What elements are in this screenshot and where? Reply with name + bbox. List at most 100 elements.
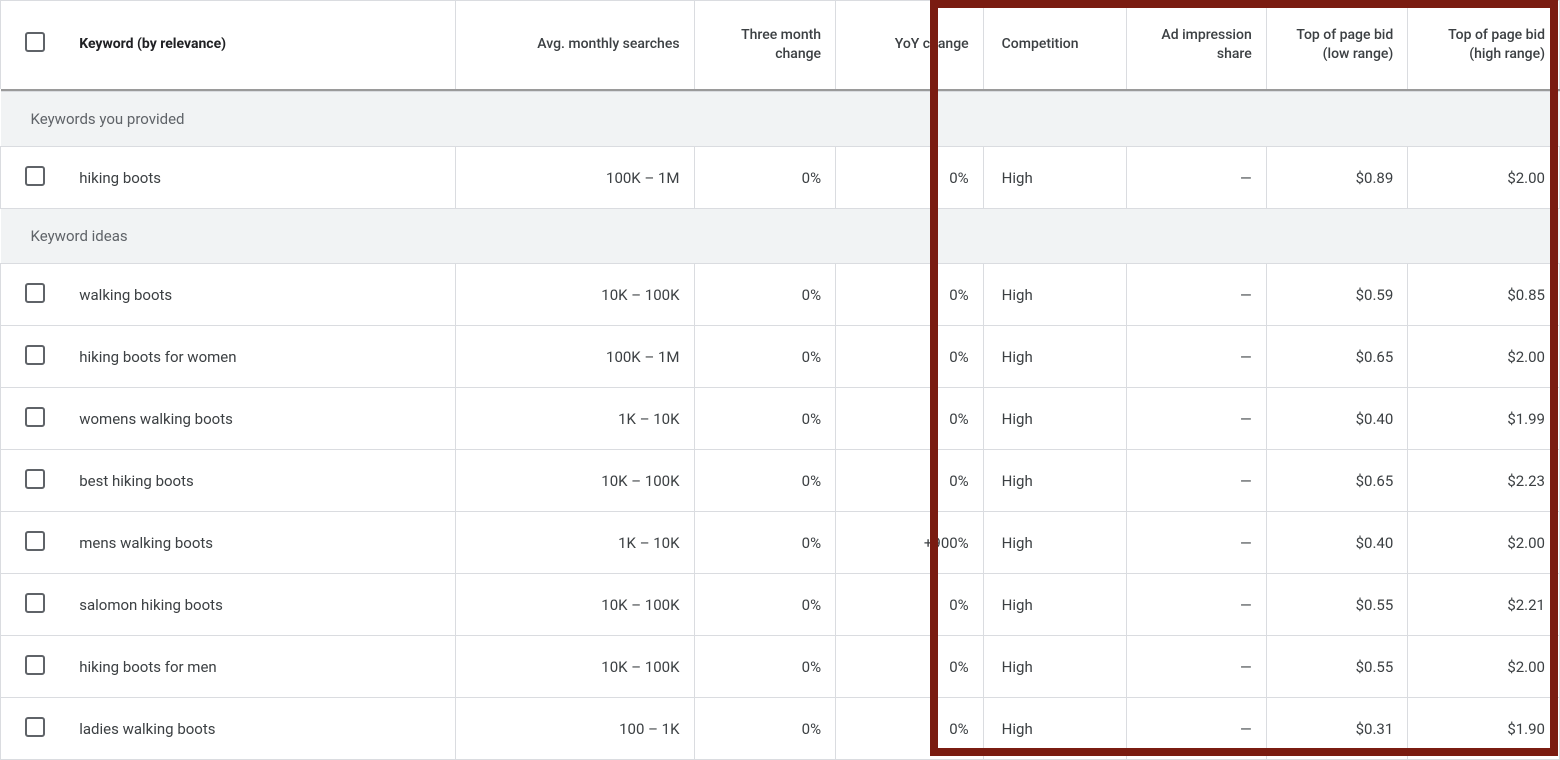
impression-share-cell: —: [1127, 388, 1267, 450]
header-yoy-change[interactable]: YoY change: [836, 1, 984, 89]
impression-share-cell: —: [1127, 450, 1267, 512]
competition-cell: High: [983, 388, 1127, 450]
keyword-cell: walking boots: [69, 264, 455, 326]
three-month-cell: 0%: [694, 636, 836, 698]
avg-searches-cell: 10K – 100K: [455, 636, 694, 698]
table-row: salomon hiking boots10K – 100K0%0%High—$…: [1, 574, 1560, 636]
competition-cell: High: [983, 450, 1127, 512]
row-checkbox-cell: [1, 636, 70, 698]
impression-share-cell: —: [1127, 326, 1267, 388]
table-row: mens walking boots1K – 10K0%+900%High—$0…: [1, 512, 1560, 574]
avg-searches-cell: 100K – 1M: [455, 326, 694, 388]
bid-high-cell: $2.00: [1408, 512, 1560, 574]
keyword-cell: mens walking boots: [69, 512, 455, 574]
yoy-cell: 0%: [836, 574, 984, 636]
row-checkbox[interactable]: [25, 717, 45, 737]
impression-share-cell: —: [1127, 698, 1267, 760]
table-row: hiking boots for men10K – 100K0%0%High—$…: [1, 636, 1560, 698]
keyword-cell: best hiking boots: [69, 450, 455, 512]
competition-cell: High: [983, 636, 1127, 698]
yoy-cell: 0%: [836, 147, 984, 209]
row-checkbox-cell: [1, 388, 70, 450]
bid-low-cell: $0.55: [1266, 574, 1408, 636]
impression-share-cell: —: [1127, 147, 1267, 209]
section-keyword-ideas-label: Keyword ideas: [1, 209, 1560, 264]
table-row: hiking boots for women100K – 1M0%0%High—…: [1, 326, 1560, 388]
select-all-checkbox[interactable]: [25, 32, 45, 52]
table-row: womens walking boots1K – 10K0%0%High—$0.…: [1, 388, 1560, 450]
three-month-cell: 0%: [694, 147, 836, 209]
row-checkbox[interactable]: [25, 469, 45, 489]
three-month-cell: 0%: [694, 574, 836, 636]
competition-cell: High: [983, 326, 1127, 388]
impression-share-cell: —: [1127, 512, 1267, 574]
bid-high-cell: $2.23: [1408, 450, 1560, 512]
keyword-cell: salomon hiking boots: [69, 574, 455, 636]
bid-high-cell: $0.85: [1408, 264, 1560, 326]
yoy-cell: 0%: [836, 264, 984, 326]
header-avg-monthly-searches[interactable]: Avg. monthly searches: [455, 1, 694, 89]
competition-cell: High: [983, 147, 1127, 209]
row-checkbox-cell: [1, 326, 70, 388]
avg-searches-cell: 100K – 1M: [455, 147, 694, 209]
keyword-cell: hiking boots for men: [69, 636, 455, 698]
bid-high-cell: $2.00: [1408, 636, 1560, 698]
table-row: walking boots10K – 100K0%0%High—$0.59$0.…: [1, 264, 1560, 326]
header-ad-impression-share[interactable]: Ad impression share: [1127, 1, 1267, 89]
impression-share-cell: —: [1127, 264, 1267, 326]
header-bid-high[interactable]: Top of page bid (high range): [1408, 1, 1560, 89]
section-keywords-provided-label: Keywords you provided: [1, 92, 1560, 147]
header-three-month-change[interactable]: Three month change: [694, 1, 836, 89]
bid-low-cell: $0.40: [1266, 388, 1408, 450]
table-row: best hiking boots10K – 100K0%0%High—$0.6…: [1, 450, 1560, 512]
header-bid-low[interactable]: Top of page bid (low range): [1266, 1, 1408, 89]
three-month-cell: 0%: [694, 388, 836, 450]
impression-share-cell: —: [1127, 574, 1267, 636]
three-month-cell: 0%: [694, 264, 836, 326]
bid-low-cell: $0.40: [1266, 512, 1408, 574]
keyword-cell: hiking boots for women: [69, 326, 455, 388]
row-checkbox[interactable]: [25, 655, 45, 675]
bid-high-cell: $2.00: [1408, 147, 1560, 209]
yoy-cell: 0%: [836, 450, 984, 512]
bid-high-cell: $1.99: [1408, 388, 1560, 450]
avg-searches-cell: 1K – 10K: [455, 512, 694, 574]
row-checkbox-cell: [1, 574, 70, 636]
bid-low-cell: $0.31: [1266, 698, 1408, 760]
bid-low-cell: $0.65: [1266, 326, 1408, 388]
row-checkbox[interactable]: [25, 283, 45, 303]
keyword-cell: womens walking boots: [69, 388, 455, 450]
avg-searches-cell: 1K – 10K: [455, 388, 694, 450]
row-checkbox[interactable]: [25, 531, 45, 551]
yoy-cell: 0%: [836, 636, 984, 698]
section-keyword-ideas: Keyword ideas: [1, 209, 1560, 264]
yoy-cell: 0%: [836, 326, 984, 388]
avg-searches-cell: 10K – 100K: [455, 450, 694, 512]
header-checkbox-cell: [1, 1, 70, 89]
row-checkbox[interactable]: [25, 345, 45, 365]
bid-high-cell: $2.21: [1408, 574, 1560, 636]
keyword-cell: hiking boots: [69, 147, 455, 209]
row-checkbox[interactable]: [25, 593, 45, 613]
yoy-cell: 0%: [836, 698, 984, 760]
avg-searches-cell: 10K – 100K: [455, 264, 694, 326]
section-keywords-provided: Keywords you provided: [1, 92, 1560, 147]
competition-cell: High: [983, 574, 1127, 636]
header-competition[interactable]: Competition: [983, 1, 1127, 89]
row-checkbox-cell: [1, 264, 70, 326]
competition-cell: High: [983, 512, 1127, 574]
bid-low-cell: $0.55: [1266, 636, 1408, 698]
table-header-row: Keyword (by relevance) Avg. monthly sear…: [1, 1, 1560, 89]
bid-high-cell: $1.90: [1408, 698, 1560, 760]
yoy-cell: +900%: [836, 512, 984, 574]
table-row: ladies walking boots100 – 1K0%0%High—$0.…: [1, 698, 1560, 760]
row-checkbox[interactable]: [25, 166, 45, 186]
keyword-planner-table: Keyword (by relevance) Avg. monthly sear…: [0, 0, 1560, 760]
row-checkbox-cell: [1, 147, 70, 209]
three-month-cell: 0%: [694, 326, 836, 388]
three-month-cell: 0%: [694, 512, 836, 574]
bid-low-cell: $0.65: [1266, 450, 1408, 512]
header-keyword[interactable]: Keyword (by relevance): [69, 1, 455, 89]
row-checkbox[interactable]: [25, 407, 45, 427]
yoy-cell: 0%: [836, 388, 984, 450]
